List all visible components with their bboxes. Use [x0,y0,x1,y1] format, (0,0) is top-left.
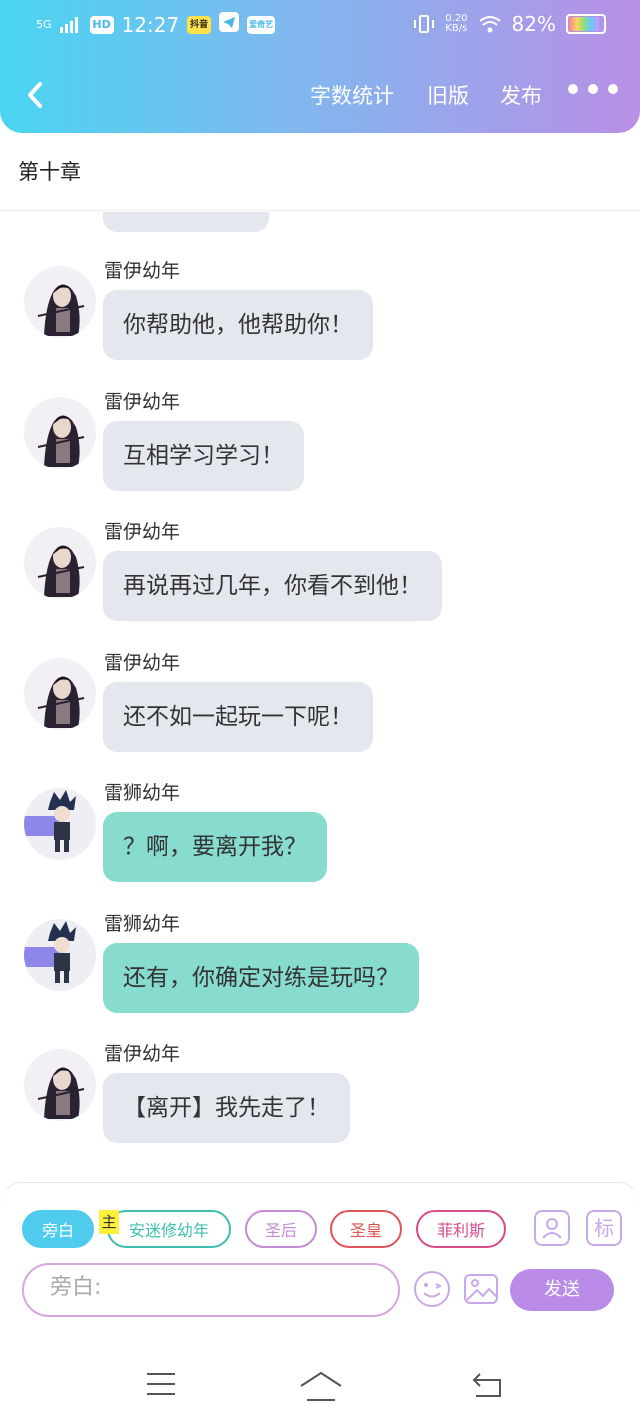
message-row: 雷狮幼年还有，你确定对练是玩吗？ [0,909,640,1029]
hd-badge: HD [89,15,114,34]
emoji-icon[interactable] [413,1270,451,1308]
vibrate-icon [414,15,435,33]
sender-name: 雷伊幼年 [104,1043,181,1065]
avatar[interactable] [24,788,96,860]
message-bubble[interactable]: 你帮助他，他帮助你！ [103,290,373,360]
image-icon[interactable] [462,1270,500,1308]
avatar[interactable] [24,1049,96,1121]
message-bubble[interactable]: 互相学习学习！ [103,420,304,491]
back-chevron-icon[interactable] [20,76,54,114]
character-chip[interactable]: 旁白 [22,1210,94,1248]
send-button[interactable]: 发送 [510,1269,614,1311]
partial-message-bubble [103,212,269,232]
iqiyi-icon: 爱奇艺 [247,15,276,34]
chapter-title: 第十章 [18,160,81,184]
character-chip[interactable]: 菲利斯 [416,1210,506,1248]
publish-button[interactable]: 发布 [500,80,542,110]
app-notification-icon: 抖音 [187,15,212,34]
avatar[interactable] [24,266,96,338]
system-nav-bar [0,1322,640,1427]
message-row: 雷伊幼年【离开】我先走了！ [0,1039,640,1159]
message-bubble[interactable]: 再说再过几年，你看不到他！ [103,551,442,621]
status-bar: 5G HD 12:27 抖音 爱奇艺 0.20 KB/s 82% [0,0,640,52]
character-chip[interactable]: 安迷修幼年 [107,1210,231,1248]
chat-list[interactable]: 雷伊幼年 你帮助他，他帮助你！ 雷伊幼年 互相学习学习！ 雷伊幼年 再说再过几年，你看不到… [0,212,640,1182]
message-input-field[interactable] [22,1263,400,1317]
network-indicator: 5G [36,18,52,31]
character-chip[interactable]: 圣后 [245,1210,317,1248]
signal-icon [59,16,78,33]
message-row: 雷伊幼年互相学习学习！ [0,387,640,507]
telegram-icon [219,12,240,37]
sender-name: 雷伊幼年 [104,521,181,543]
message-bubble[interactable]: 【离开】我先走了！ [103,1073,350,1143]
avatar[interactable] [24,657,96,730]
battery-percent: 82% [511,12,556,36]
avatar[interactable] [24,918,96,991]
clock: 12:27 [121,12,180,37]
menu-icon[interactable] [145,1370,177,1400]
character-chip[interactable]: 圣皇 [330,1210,402,1248]
wifi-icon [478,16,501,33]
divider [0,210,640,211]
old-version-button[interactable]: 旧版 [427,80,469,110]
mark-icon[interactable]: 标 [586,1210,622,1246]
avatar[interactable] [24,396,96,469]
battery-icon [566,14,606,34]
sender-name: 雷伊幼年 [104,651,181,674]
sender-name: 雷狮幼年 [104,782,181,804]
message-row: 雷伊幼年你帮助他，他帮助你！ [0,256,640,376]
more-dots-icon[interactable] [568,84,618,94]
sender-name: 雷狮幼年 [104,912,181,935]
avatar[interactable] [24,527,96,599]
net-speed: 0.20 KB/s [445,13,468,34]
message-row: 雷伊幼年还不如一起玩一下呢！ [0,648,640,768]
message-bubble[interactable]: 还不如一起玩一下呢！ [103,681,373,752]
message-row: 雷伊幼年再说再过几年，你看不到他！ [0,517,640,637]
message-row: 雷狮幼年 ？啊，要离开我？ [0,778,640,898]
header-bar: 5G HD 12:27 抖音 爱奇艺 0.20 KB/s 82% 字数统计 旧版… [0,0,640,133]
sender-name: 雷伊幼年 [104,390,181,413]
message-bubble[interactable]: 还有，你确定对练是玩吗？ [103,942,419,1013]
main-role-tag: 主 [99,1210,119,1234]
message-bubble[interactable]: ？啊，要离开我？ [103,812,327,882]
message-input[interactable] [48,1274,372,1301]
home-icon[interactable] [299,1370,343,1404]
return-icon[interactable] [472,1370,504,1400]
role-card-icon[interactable] [534,1210,570,1246]
word-count-button[interactable]: 字数统计 [310,80,394,110]
sender-name: 雷伊幼年 [104,260,181,282]
toolbar: 字数统计 旧版 发布 [0,70,640,122]
